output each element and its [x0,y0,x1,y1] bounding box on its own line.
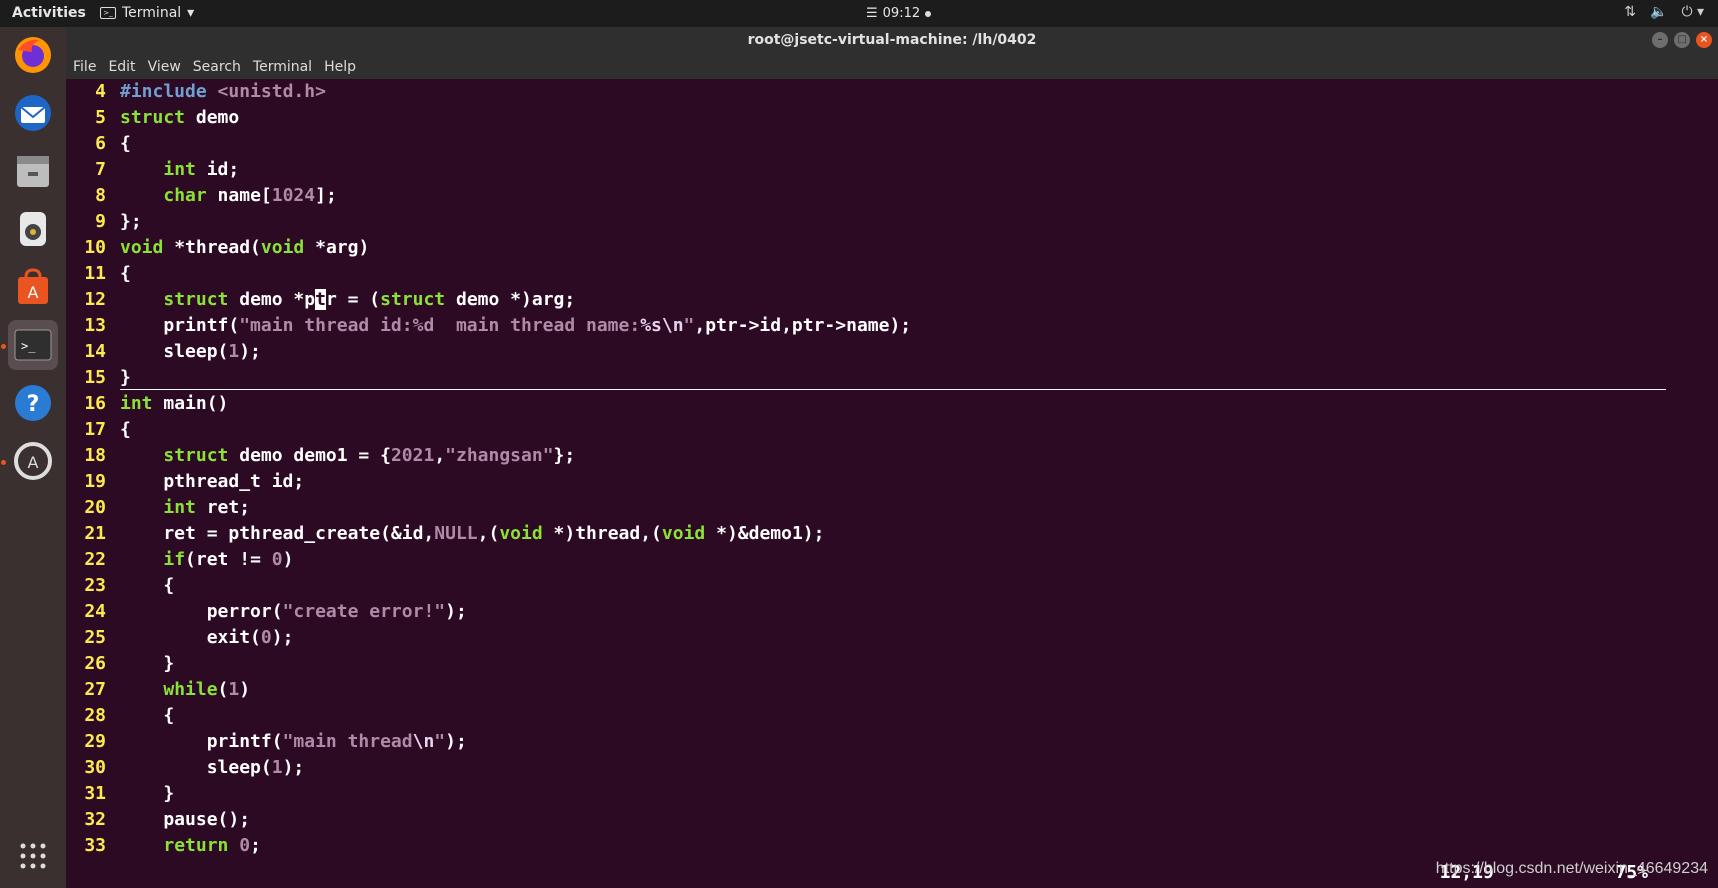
rhythmbox-launcher[interactable] [8,204,58,254]
help-launcher[interactable]: ? [8,378,58,428]
clock[interactable]: ☰ 09:12 [866,6,932,21]
code-line: 4 #include <unistd.h> [95,81,326,102]
app-menu-label: Terminal [122,5,182,21]
text-cursor: t [315,289,326,310]
top-bar: Activities >_ Terminal ▾ ☰ 09:12 ⇅ 🔈 ⏻ ▾ [0,0,1718,27]
window-title: root@jsetc-virtual-machine: /lh/0402 [747,32,1037,48]
code-line: 26 } [84,653,175,674]
code-line: 6{ [95,133,131,154]
menu-edit[interactable]: Edit [108,59,135,75]
dock: A >_ ? A [0,27,66,888]
power-icon: ⏻ ▾ [1681,4,1704,20]
code-line: 17{ [84,419,131,440]
menu-help[interactable]: Help [324,59,356,75]
network-icon: ⇅ [1624,4,1636,20]
notification-dot-icon [925,10,932,17]
running-indicator [1,344,6,349]
code-line-current: 12 struct demo *ptr = (struct demo *)arg… [84,289,576,310]
calendar-icon: ☰ [866,6,878,21]
software-updater-launcher[interactable]: A [8,436,58,486]
svg-text:>_: >_ [21,339,36,353]
help-icon: ? [15,385,51,421]
show-applications-button[interactable] [8,831,58,881]
code-line: 22 if(ret != 0) [84,549,294,570]
minimize-icon[interactable]: – [1652,32,1668,48]
running-indicator [1,460,6,465]
volume-icon: 🔈 [1650,4,1668,20]
code-line: 28 { [84,705,175,726]
code-line: 10 void *thread(void *arg) [84,237,370,258]
svg-text:A: A [28,283,39,302]
cursor-line-underline [120,389,1666,390]
maximize-icon[interactable]: □ [1674,32,1690,48]
svg-text:?: ? [27,392,40,417]
code-line: 25 exit(0); [84,627,294,648]
code-line: 29 printf("main thread\n"); [84,731,467,752]
terminal-icon: >_ [14,329,52,361]
watermark: https://blog.csdn.net/weixin_46649234 [1435,860,1708,877]
terminal-launcher[interactable]: >_ [8,320,58,370]
code-line: 16 int main() [84,393,229,414]
code-line: 20 int ret; [84,497,251,518]
vim-editor[interactable]: 4 #include <unistd.h> 5 struct demo 6{ 7 i… [66,79,1718,888]
svg-text:A: A [28,453,39,472]
code-line: 15} [84,367,131,388]
code-line: 19 pthread_t id; [84,471,305,492]
menu-bar: File Edit View Search Terminal Help [66,55,1718,79]
menu-file[interactable]: File [73,59,96,75]
code-line: 9}; [95,211,142,232]
rhythmbox-icon [20,212,46,246]
code-line: 32 pause(); [84,809,251,830]
code-line: 8 char name[1024]; [95,185,337,206]
thunderbird-icon [15,95,51,131]
code-line: 23 { [84,575,175,596]
app-grid-icon [20,843,46,869]
menu-search[interactable]: Search [193,59,241,75]
terminal-small-icon: >_ [100,7,116,19]
firefox-icon [15,37,51,73]
code-line: 13 printf("main thread id:%d main thread… [84,315,912,336]
files-launcher[interactable] [8,146,58,196]
code-line: 5 struct demo [95,107,240,128]
close-icon[interactable]: × [1696,32,1712,48]
code-line: 30 sleep(1); [84,757,305,778]
software-center-launcher[interactable]: A [8,262,58,312]
code-line: 7 int id; [95,159,240,180]
menu-view[interactable]: View [148,59,181,75]
code-line: 31 } [84,783,175,804]
menu-terminal[interactable]: Terminal [253,59,312,75]
code-line: 18 struct demo demo1 = {2021,"zhangsan"}… [84,445,576,466]
code-line: 27 while(1) [84,679,251,700]
files-icon [17,156,49,187]
window-titlebar[interactable]: root@jsetc-virtual-machine: /lh/0402 – □… [66,27,1718,55]
code-line: 14 sleep(1); [84,341,261,362]
code-line: 33 return 0; [84,835,261,856]
software-center-icon: A [18,268,48,304]
code-line: 11{ [84,263,131,284]
activities-button[interactable]: Activities [12,5,86,21]
code-line: 24 perror("create error!"); [84,601,467,622]
chevron-down-icon: ▾ [187,5,195,21]
firefox-launcher[interactable] [8,30,58,80]
code-line: 21 ret = pthread_create(&id,NULL,(void *… [84,523,825,544]
thunderbird-launcher[interactable] [8,88,58,138]
app-menu[interactable]: >_ Terminal ▾ [100,5,194,21]
clock-time: 09:12 [882,6,921,21]
system-status[interactable]: ⇅ 🔈 ⏻ ▾ [1624,4,1704,20]
software-updater-icon: A [14,442,52,480]
